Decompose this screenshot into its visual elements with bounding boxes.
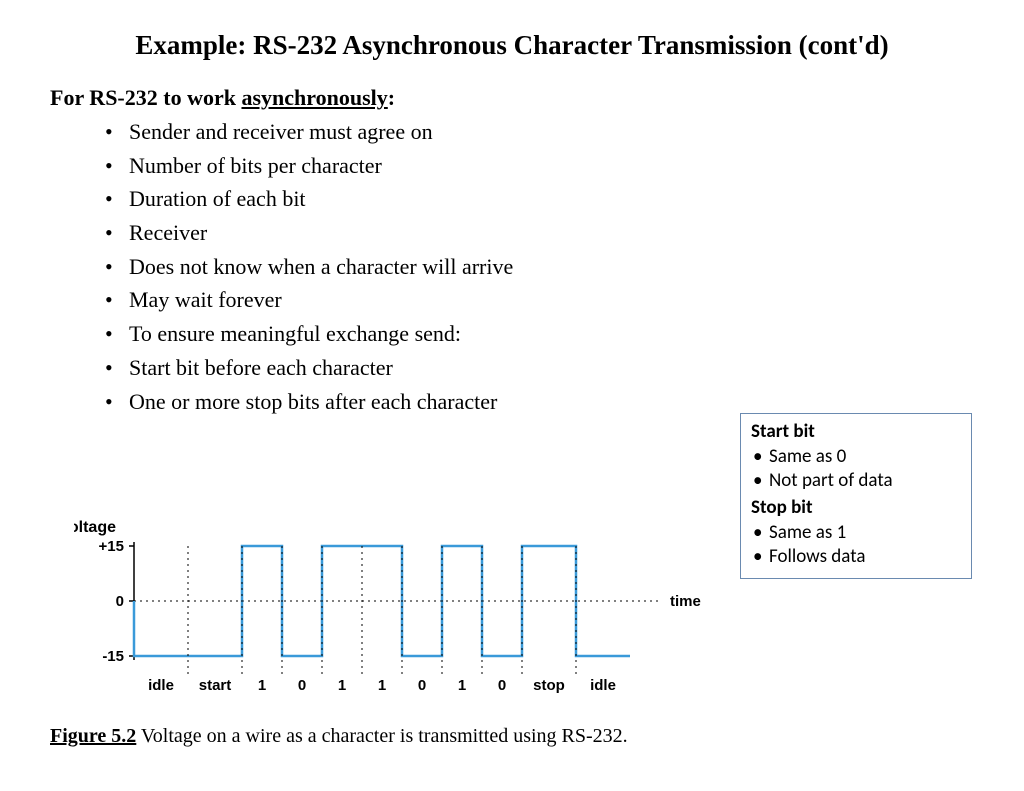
list-item: Same as 1 — [751, 521, 961, 546]
side-info-box: Start bit Same as 0 Not part of data Sto… — [740, 413, 972, 579]
start-bit-list: Same as 0 Not part of data — [751, 445, 961, 494]
list-item: Follows data — [751, 545, 961, 570]
svg-text:1: 1 — [338, 677, 346, 694]
bullet-item: Sender and receiver must agree on — [105, 117, 974, 147]
bullet-item: To ensure meaningful exchange send: — [105, 319, 974, 349]
svg-text:idle: idle — [148, 677, 174, 694]
svg-text:1: 1 — [458, 677, 466, 694]
bullet-item: Duration of each bit — [105, 184, 974, 214]
main-bullets: Sender and receiver must agree on Number… — [105, 117, 974, 416]
svg-text:1: 1 — [378, 677, 386, 694]
bullet-item: May wait forever — [105, 285, 974, 315]
svg-text:stop: stop — [533, 677, 565, 694]
intro-suffix: : — [388, 85, 395, 110]
svg-text:voltage: voltage — [74, 519, 116, 536]
svg-text:0: 0 — [498, 677, 506, 694]
list-item: Same as 0 — [751, 445, 961, 470]
svg-text:-15: -15 — [102, 648, 124, 665]
slide-title: Example: RS-232 Asynchronous Character T… — [50, 30, 974, 61]
intro-line: For RS-232 to work asynchronously: — [50, 85, 974, 111]
bullet-item: Number of bits per character — [105, 151, 974, 181]
figure-label: Figure 5.2 — [50, 725, 136, 747]
bullet-item: Receiver — [105, 218, 974, 248]
intro-prefix: For RS-232 to work — [50, 85, 241, 110]
svg-text:0: 0 — [116, 593, 124, 610]
svg-text:+15: +15 — [99, 538, 124, 555]
svg-text:time: time — [670, 593, 701, 610]
svg-text:start: start — [199, 677, 232, 694]
voltage-diagram: voltage -15 0 +15 time idle start 1 0 1 1 0 1 0 stop id… — [74, 510, 734, 710]
stop-bit-header: Stop bit — [751, 496, 961, 521]
bullet-item: One or more stop bits after each charact… — [105, 387, 974, 417]
bullet-item: Does not know when a character will arri… — [105, 252, 974, 282]
stop-bit-list: Same as 1 Follows data — [751, 521, 961, 570]
figure-text: Voltage on a wire as a character is tran… — [136, 725, 627, 747]
intro-underlined: asynchronously — [241, 85, 387, 110]
bullet-item: Start bit before each character — [105, 353, 974, 383]
svg-text:idle: idle — [590, 677, 616, 694]
svg-text:0: 0 — [418, 677, 426, 694]
list-item: Not part of data — [751, 469, 961, 494]
figure-caption: Figure 5.2 Voltage on a wire as a charac… — [50, 725, 628, 748]
svg-text:1: 1 — [258, 677, 266, 694]
start-bit-header: Start bit — [751, 420, 961, 445]
svg-text:0: 0 — [298, 677, 306, 694]
